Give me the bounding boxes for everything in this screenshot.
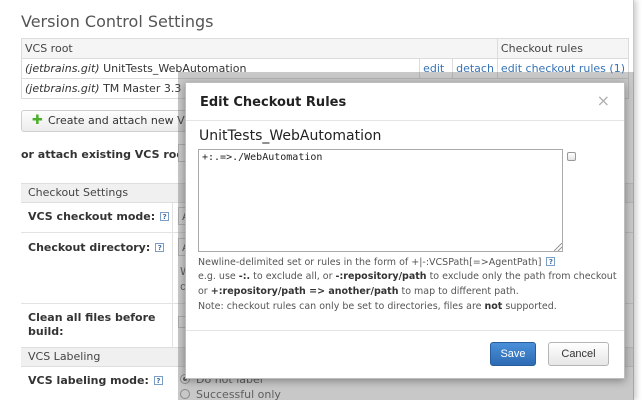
- clean-files-label-line1: Clean all files before: [28, 311, 156, 324]
- help-icon[interactable]: ?: [155, 243, 165, 252]
- help-text-line2: e.g. use -:. to exclude all, or -:reposi…: [198, 271, 617, 282]
- edit-checkout-rules-dialog: Edit Checkout Rules × UnitTests_WebAutom…: [185, 82, 625, 379]
- cancel-button[interactable]: Cancel: [548, 342, 609, 366]
- checkout-mode-label: VCS checkout mode:?: [28, 209, 170, 224]
- divider: [172, 203, 173, 347]
- create-vcs-root-button[interactable]: ✚ Create and attach new VCS r: [21, 110, 191, 132]
- dialog-header: Edit Checkout Rules ×: [186, 83, 624, 121]
- create-vcs-root-label: Create and attach new VCS r: [48, 114, 190, 127]
- checkout-directory-label: Checkout directory:?: [28, 240, 165, 255]
- dialog-footer: [186, 330, 624, 331]
- column-header-checkout-rules: Checkout rules: [496, 38, 630, 59]
- clean-files-label-line2: build:: [28, 325, 64, 338]
- help-text-line1: Newline-delimited set or rules in the fo…: [198, 256, 556, 269]
- plus-icon: ✚: [32, 113, 43, 128]
- table-header-row: VCS root Checkout rules: [21, 38, 630, 59]
- help-text-line3: or +:repository/path => another/path to …: [198, 286, 519, 297]
- vcs-type-label: (jetbrains.git): [25, 82, 100, 95]
- help-icon[interactable]: ?: [546, 257, 556, 266]
- labeling-mode-label: VCS labeling mode:?: [28, 373, 163, 388]
- expand-editor-icon[interactable]: [567, 152, 576, 161]
- save-button[interactable]: Save: [490, 342, 536, 366]
- column-header-vcs-root: VCS root: [21, 38, 498, 59]
- vcs-type-label: (jetbrains.git): [25, 62, 100, 75]
- vcs-root-title: UnitTests_WebAutomation: [199, 128, 382, 144]
- close-icon[interactable]: ×: [597, 91, 610, 110]
- resize-grip-icon[interactable]: [554, 243, 562, 251]
- help-icon[interactable]: ?: [160, 212, 170, 221]
- help-text-line4: Note: checkout rules can only be set to …: [198, 301, 557, 312]
- help-icon[interactable]: ?: [153, 376, 163, 385]
- checkout-rules-textarea[interactable]: +:.=>./WebAutomation: [198, 149, 563, 252]
- page-title: Version Control Settings: [21, 12, 214, 31]
- attach-existing-label: or attach existing VCS root:: [21, 148, 194, 161]
- dialog-title: Edit Checkout Rules: [200, 95, 347, 110]
